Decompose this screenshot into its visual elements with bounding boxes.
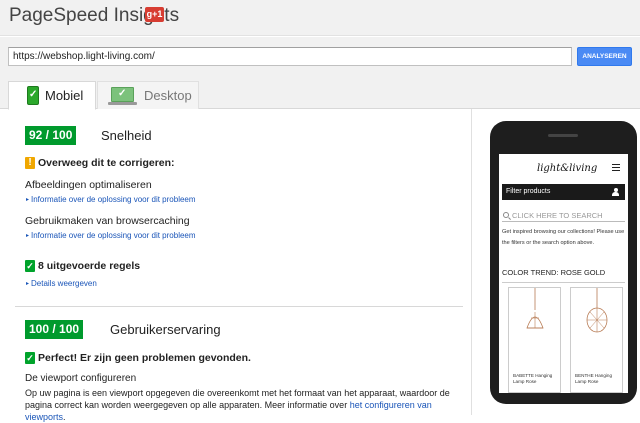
- google-plus-one-button[interactable]: g+1: [145, 7, 164, 22]
- hamburger-menu-icon: [612, 164, 620, 171]
- show-details-link[interactable]: Details weergeven: [31, 279, 97, 288]
- filter-products-bar: Filter products: [502, 184, 625, 200]
- optimize-images-help-link[interactable]: Informatie over de oplossing voor dit pr…: [31, 195, 196, 204]
- phone-speaker: [548, 134, 578, 137]
- ux-score-label: Gebruikerservaring: [110, 322, 221, 337]
- results-panel: 92 / 100 Snelheid ! Overweeg dit te corr…: [0, 109, 472, 422]
- url-input[interactable]: https://webshop.light-living.com/: [8, 47, 572, 66]
- no-problems-heading: Perfect! Er zijn geen problemen gevonden…: [38, 352, 251, 364]
- product-card: BABETTE Hanging Lamp Rose: [508, 287, 561, 393]
- filter-products-label: Filter products: [506, 188, 551, 195]
- product-name: BABETTE Hanging Lamp Rose: [513, 373, 553, 384]
- search-icon: [503, 212, 509, 218]
- rule-configure-viewport: De viewport configureren: [25, 373, 137, 384]
- browser-caching-help-link[interactable]: Informatie over de oplossing voor dit pr…: [31, 231, 196, 240]
- viewport-description: Op uw pagina is een viewport opgegeven d…: [25, 387, 465, 423]
- tab-desktop[interactable]: ✓ Desktop: [97, 81, 199, 109]
- preview-intro-text: Get inspired browsing our collections! P…: [502, 229, 625, 246]
- site-logo: light&living: [537, 163, 598, 174]
- hanging-lamp-image: [586, 288, 608, 333]
- viewport-description-end: .: [63, 412, 66, 422]
- desktop-monitor-check-icon: ✓: [111, 87, 134, 102]
- monitor-stand: [108, 102, 137, 105]
- user-icon: [612, 188, 619, 196]
- product-name: BENTHE Hanging Lamp Rose: [575, 373, 613, 384]
- consider-fixing-heading: Overweeg dit te corrigeren:: [38, 157, 175, 169]
- tab-mobile[interactable]: ✓ Mobiel: [8, 81, 96, 110]
- speed-score-badge: 92 / 100: [25, 126, 77, 145]
- mobile-phone-check-icon: ✓: [27, 86, 39, 105]
- top-bar: PageSpeed Insights g+1: [0, 0, 640, 36]
- tab-desktop-label: Desktop: [144, 88, 192, 103]
- device-tabs: ✓ Mobiel ✓ Desktop: [0, 81, 640, 110]
- passed-rules-heading: 8 uitgevoerde regels: [38, 260, 141, 272]
- mobile-preview-panel: light&living Filter products CLICK HERE …: [473, 109, 640, 415]
- link-arrow-icon: ▸: [26, 281, 30, 287]
- phone-frame: light&living Filter products CLICK HERE …: [490, 121, 637, 404]
- link-arrow-icon: ▸: [26, 197, 30, 203]
- check-icon: ✓: [25, 352, 35, 364]
- preview-search-placeholder: CLICK HERE TO SEARCH: [512, 211, 603, 220]
- color-trend-heading: COLOR TREND: ROSE GOLD: [502, 268, 625, 283]
- section-divider: [15, 306, 463, 307]
- rule-optimize-images: Afbeeldingen optimaliseren: [25, 179, 152, 191]
- product-card: BENTHE Hanging Lamp Rose: [570, 287, 623, 393]
- hanging-lamp-image: [526, 288, 544, 329]
- speed-score-label: Snelheid: [101, 128, 152, 143]
- warning-icon: !: [25, 157, 35, 169]
- ux-score-badge: 100 / 100: [25, 320, 84, 339]
- preview-search-field: CLICK HERE TO SEARCH: [502, 210, 625, 222]
- phone-screen: light&living Filter products CLICK HERE …: [499, 154, 628, 393]
- tab-mobile-label: Mobiel: [45, 88, 84, 103]
- link-arrow-icon: ▸: [26, 233, 30, 239]
- rule-browser-caching: Gebruikmaken van browsercaching: [25, 215, 190, 227]
- analyze-button[interactable]: ANALYSEREN: [577, 47, 632, 66]
- check-icon: ✓: [25, 260, 35, 272]
- url-row: https://webshop.light-living.com/ ANALYS…: [0, 37, 640, 81]
